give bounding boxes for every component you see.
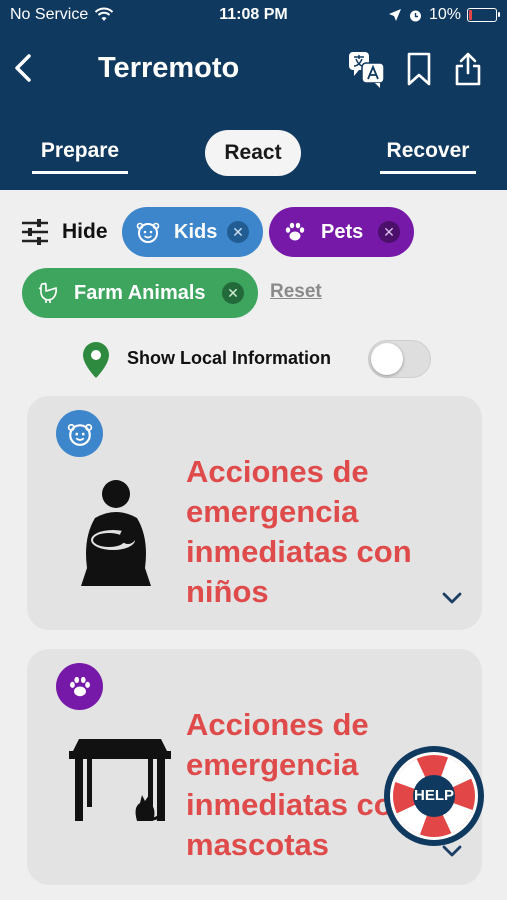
- location-pin-icon: [83, 342, 109, 378]
- nav-bar: Terremoto: [0, 40, 507, 98]
- remove-filter-icon[interactable]: ✕: [378, 221, 400, 243]
- chevron-left-icon: [15, 54, 31, 82]
- tab-recover[interactable]: Recover: [380, 138, 476, 174]
- toggle-knob: [371, 343, 403, 375]
- paw-icon: [283, 220, 307, 244]
- hide-label: Hide: [62, 220, 108, 243]
- sliders-icon[interactable]: [20, 218, 50, 246]
- status-right: 10%: [388, 6, 500, 24]
- back-button[interactable]: [8, 50, 38, 86]
- battery-percent: 10%: [428, 6, 461, 23]
- location-arrow-icon: [388, 9, 401, 21]
- help-label: HELP: [413, 787, 454, 804]
- filter-chip-pets[interactable]: Pets ✕: [269, 207, 414, 257]
- filter-chip-label: Pets: [321, 220, 364, 243]
- bookmark-button[interactable]: [398, 48, 440, 90]
- filter-chip-label: Kids: [174, 220, 218, 243]
- share-icon: [455, 52, 481, 86]
- show-local-information-label: Show Local Information: [127, 348, 332, 368]
- category-badge: [56, 663, 103, 710]
- tab-react[interactable]: React: [205, 130, 301, 176]
- paw-icon: [69, 676, 90, 696]
- page-title: Terremoto: [98, 52, 240, 84]
- tab-prepare[interactable]: Prepare: [32, 138, 128, 174]
- pet-under-table-icon: [69, 739, 171, 821]
- tab-react-label: React: [224, 141, 282, 164]
- reset-filters-link[interactable]: Reset: [270, 281, 322, 303]
- chevron-down-icon[interactable]: [440, 588, 464, 608]
- action-card-kids[interactable]: Acciones de emergencia inmediatas con ni…: [27, 396, 482, 630]
- local-information-row: Show Local Information: [80, 338, 440, 380]
- battery-fill: [469, 10, 472, 20]
- chicken-icon: [36, 281, 60, 305]
- app-header: No Service 11:08 PM 10% Terremoto Prepar…: [0, 0, 507, 190]
- filter-chip-kids[interactable]: Kids ✕: [122, 207, 263, 257]
- remove-filter-icon[interactable]: ✕: [222, 282, 244, 304]
- translate-icon: [349, 52, 385, 88]
- battery-icon: [467, 8, 500, 22]
- local-information-toggle[interactable]: [368, 340, 431, 378]
- filter-chip-farm-animals[interactable]: Farm Animals ✕: [22, 268, 258, 318]
- card-title: Acciones de emergencia inmediatas con ni…: [186, 454, 412, 609]
- kid-face-icon: [67, 423, 92, 446]
- filter-chip-label: Farm Animals: [74, 281, 206, 304]
- alarm-icon: [409, 10, 421, 21]
- share-button[interactable]: [447, 48, 489, 90]
- tab-recover-label: Recover: [386, 139, 470, 162]
- translate-button[interactable]: [346, 48, 388, 90]
- tab-bar: Prepare React Recover: [0, 128, 507, 178]
- remove-filter-icon[interactable]: ✕: [227, 221, 249, 243]
- status-bar: No Service 11:08 PM 10%: [0, 0, 507, 30]
- parent-holding-child-icon: [81, 480, 151, 586]
- help-button[interactable]: HELP: [383, 745, 485, 847]
- kid-face-icon: [136, 220, 160, 244]
- tab-prepare-label: Prepare: [40, 139, 120, 162]
- bookmark-icon: [407, 52, 431, 86]
- category-badge: [56, 410, 103, 457]
